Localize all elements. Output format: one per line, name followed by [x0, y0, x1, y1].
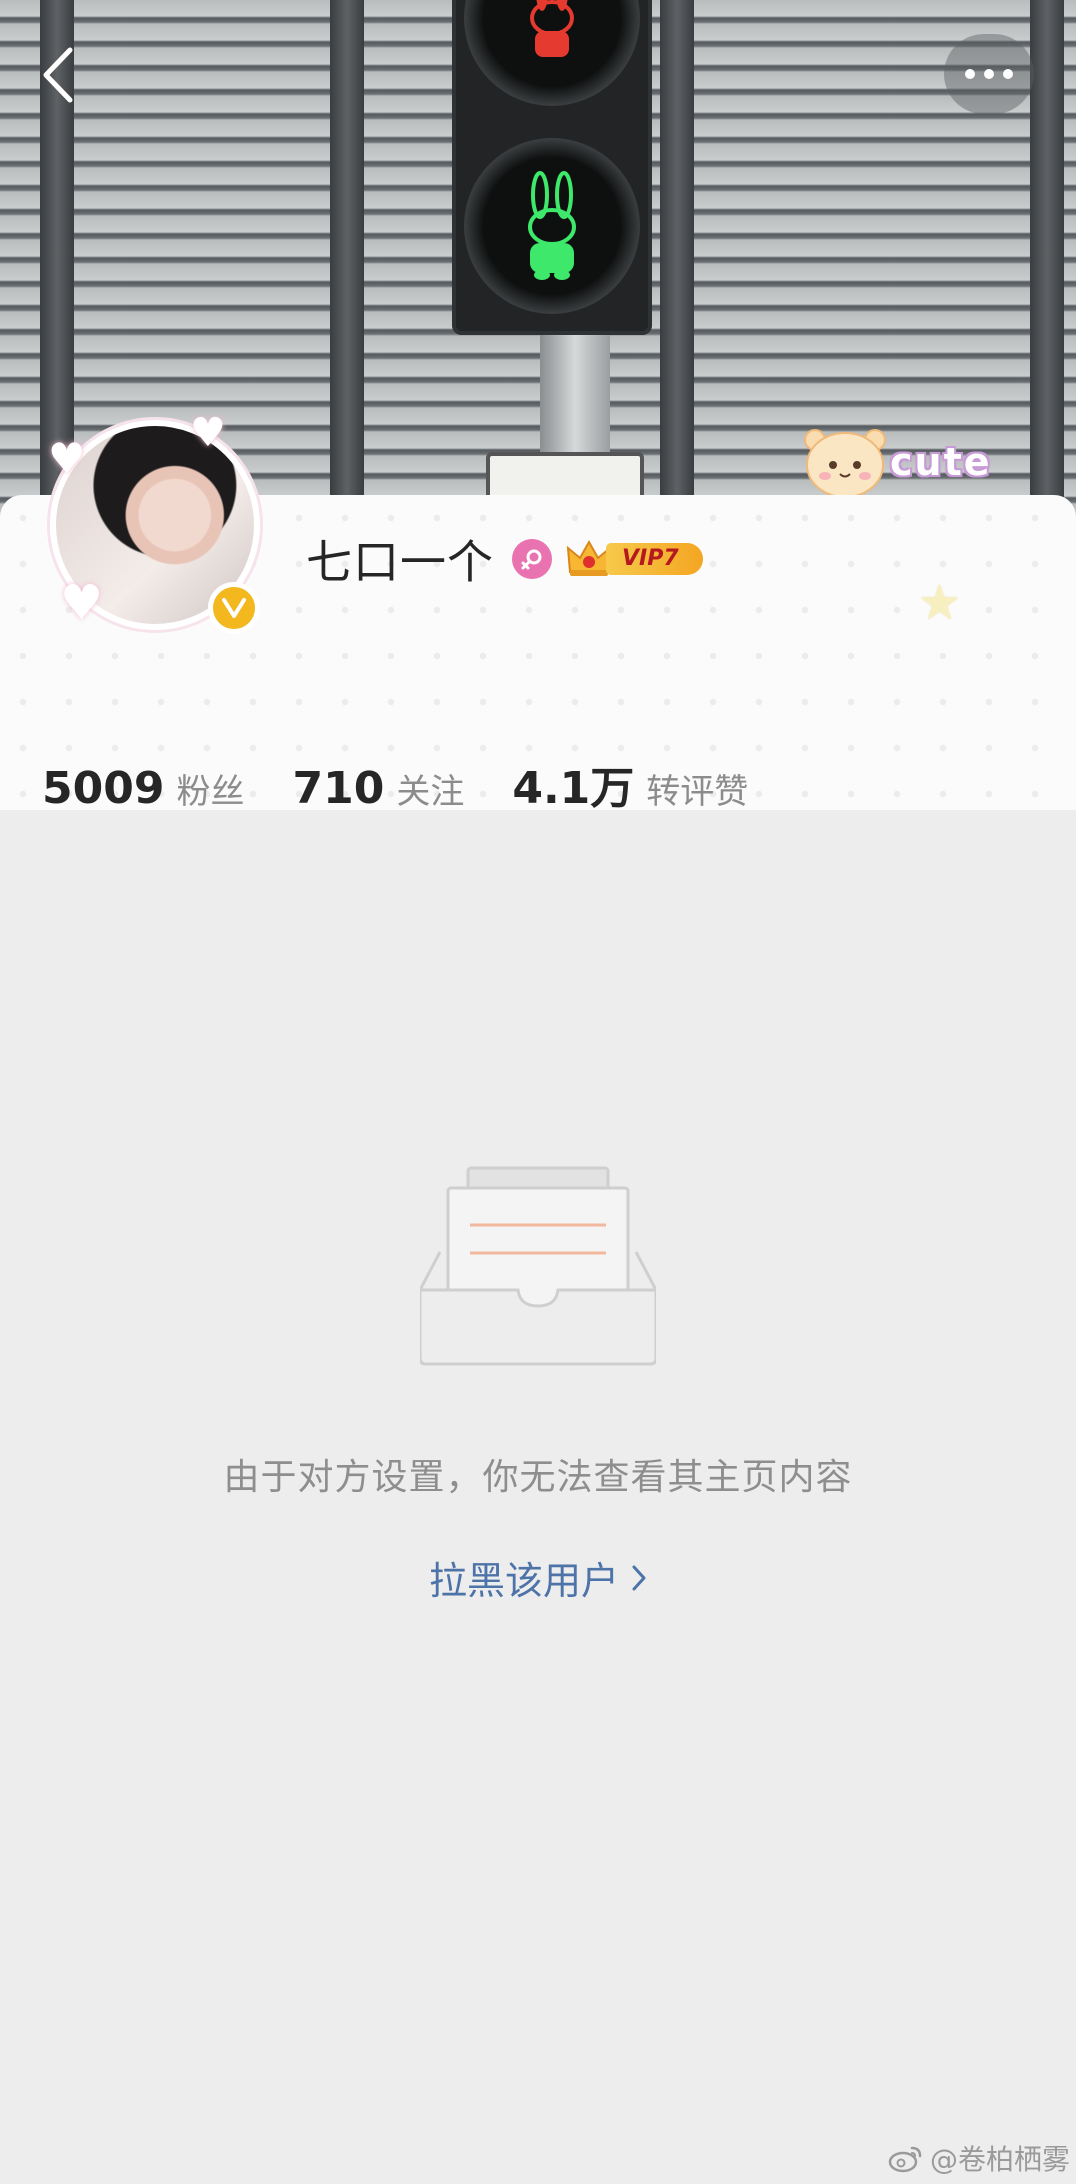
stat-followers[interactable]: 5009 粉丝 — [42, 763, 244, 814]
empty-box-icon — [420, 1166, 656, 1366]
stat-value: 5009 — [42, 763, 165, 814]
stat-value: 4.1万 — [512, 763, 635, 814]
stat-interactions[interactable]: 4.1万 转评赞 — [512, 752, 748, 816]
more-icon — [965, 69, 975, 79]
vip-badge[interactable]: VIP7 — [566, 538, 703, 580]
more-button[interactable] — [944, 34, 1034, 114]
chevron-right-icon — [631, 1564, 647, 1592]
verified-badge — [208, 582, 260, 634]
heart-icon: ♥ — [48, 434, 86, 483]
block-user-link[interactable]: 拉黑该用户 — [0, 1550, 1076, 1605]
stats-bar: 5009 粉丝 710 关注 4.1万 转评赞 — [42, 752, 796, 814]
avatar[interactable]: ♥ ♥ ♥ — [40, 410, 270, 640]
stat-value: 710 — [292, 763, 385, 814]
heart-icon: ♥ — [60, 575, 104, 631]
traffic-light — [452, 0, 652, 335]
block-user-label: 拉黑该用户 — [428, 1559, 619, 1603]
green-bunny-icon — [528, 171, 576, 280]
profile-name: 七口一个 — [306, 535, 494, 589]
sticker-text: cute — [890, 440, 992, 484]
star-decoration-icon: ★ — [918, 575, 962, 631]
weibo-logo-icon — [888, 2146, 922, 2173]
stat-following[interactable]: 710 关注 — [292, 763, 464, 814]
stat-label: 转评赞 — [646, 772, 749, 812]
back-button[interactable] — [28, 40, 88, 110]
profile-page: cute ★ ♥ ♥ ♥ 七口一个 VIP7 5009 粉丝 710 关注 4.… — [0, 0, 1076, 2184]
heart-icon: ♥ — [190, 410, 226, 456]
watermark-text: @卷柏栖雾 — [930, 2143, 1071, 2176]
female-icon — [512, 539, 552, 579]
red-bunny-icon — [530, 0, 574, 57]
name-row: 七口一个 VIP7 — [306, 528, 703, 590]
verified-v-icon — [222, 598, 246, 618]
empty-state-message: 由于对方设置，你无法查看其主页内容 — [223, 1457, 853, 1498]
red-lamp — [464, 0, 640, 106]
stat-label: 粉丝 — [176, 772, 245, 812]
chevron-left-icon — [43, 47, 73, 103]
green-lamp — [464, 138, 640, 314]
watermark: @卷柏栖雾 — [888, 2138, 1070, 2178]
stat-label: 关注 — [396, 772, 465, 812]
vip-label: VIP7 — [606, 543, 703, 575]
